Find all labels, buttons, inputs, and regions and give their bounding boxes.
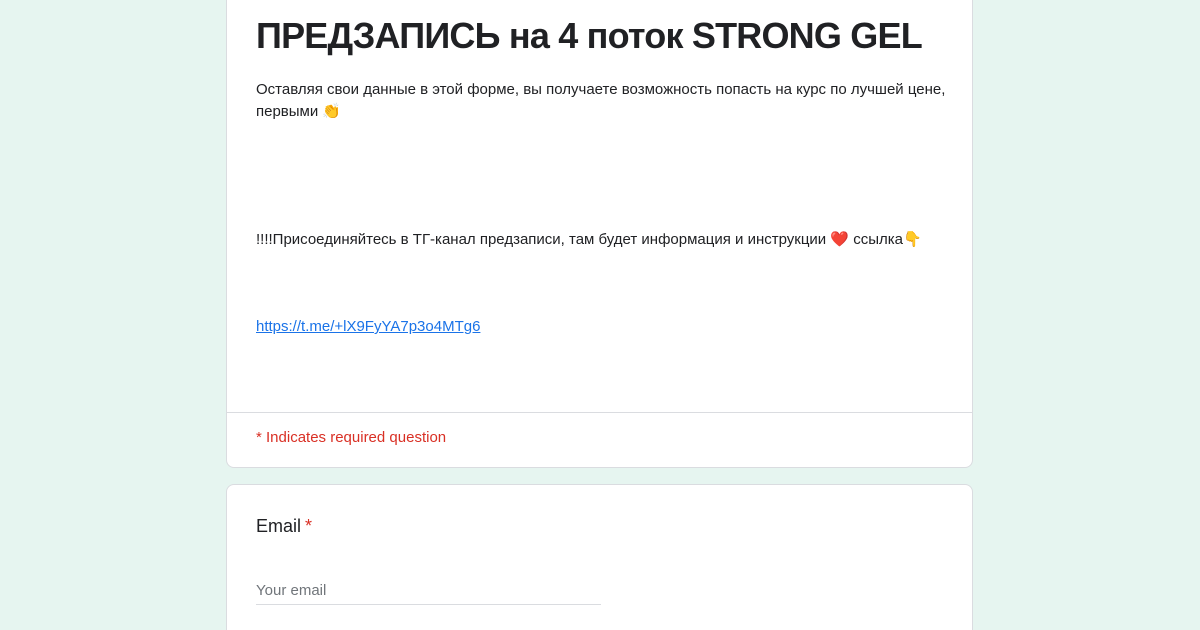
telegram-channel-link[interactable]: https://t.me/+lX9FyYA7p3o4MTg6 bbox=[256, 317, 480, 337]
email-question-title: Email bbox=[256, 516, 302, 536]
email-question-label: Email * bbox=[256, 516, 312, 537]
form-description-channel: !!!!Присоединяйтесь в ТГ-канал предзапис… bbox=[256, 231, 922, 248]
header-divider bbox=[227, 412, 972, 413]
required-question-note: * Indicates required question bbox=[256, 429, 447, 446]
required-asterisk: * bbox=[305, 516, 313, 536]
email-input[interactable] bbox=[256, 577, 601, 605]
form-title: ПРЕДЗАПИСЬ на 4 поток STRONG GEL bbox=[256, 15, 923, 56]
form-header-card: ПРЕДЗАПИСЬ на 4 поток STRONG GEL Оставля… bbox=[226, 0, 973, 468]
email-question-card: Email * bbox=[226, 484, 973, 630]
form-description-intro: Оставляя свои данные в этой форме, вы по… bbox=[256, 81, 946, 120]
form-page: ПРЕДЗАПИСЬ на 4 поток STRONG GEL Оставля… bbox=[0, 0, 1200, 630]
